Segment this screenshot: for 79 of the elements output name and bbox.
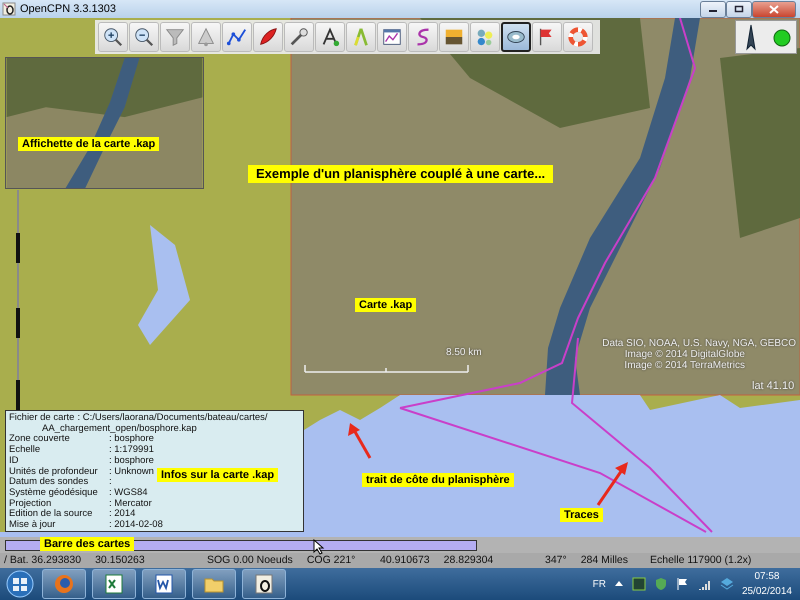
info-label: Fichier de carte (9, 413, 74, 424)
taskbar-app-button[interactable] (242, 569, 286, 599)
info-value: : 1:179991 (109, 445, 154, 456)
attribution-text: Image © 2014 TerraMetrics (624, 360, 745, 373)
annotation-label: Exemple d'un planisphère couplé à une carte... (248, 165, 554, 183)
mouse-pointer-icon (313, 539, 325, 555)
status-text: 40.910673 (380, 552, 430, 568)
funnel-icon (164, 26, 186, 48)
info-value: : Mercator (109, 498, 152, 509)
annotation-label: Infos sur la carte .kap (157, 468, 278, 482)
maximize-button[interactable] (726, 0, 752, 18)
lifebuoy-icon (567, 26, 589, 48)
maximize-icon (734, 5, 744, 13)
info-label: Unités de profondeur (9, 466, 99, 477)
toolbar-button[interactable] (439, 22, 469, 52)
clock-date[interactable]: 25/02/2014 (742, 584, 792, 599)
browser-icon (52, 572, 76, 596)
status-text: 284 Milles (580, 552, 628, 568)
info-value: : 2014 (109, 509, 136, 520)
info-label: Projection (9, 498, 52, 509)
info-value: : C:/Users/laorana/Documents/bateau/cartes/ (77, 413, 268, 424)
app-icon (2, 2, 16, 16)
info-label: Système géodésique (9, 488, 99, 499)
toolbar-button[interactable] (501, 22, 531, 52)
info-label: Zone couverte (9, 434, 71, 445)
chart-window-icon (381, 26, 403, 48)
info-value: : 2014-02-08 (109, 520, 163, 531)
info-value: : bosphore (109, 434, 154, 445)
info-value: : (109, 477, 112, 488)
info-label: ID (9, 456, 20, 467)
info-value: : bosphore (109, 456, 154, 467)
latitude-readout: lat 41.10 (752, 379, 794, 394)
annotation-label: Carte .kap (355, 298, 416, 312)
close-icon (769, 4, 779, 14)
toolbar-button[interactable] (98, 22, 128, 52)
status-text: Echelle 117900 (1.2x) (650, 552, 752, 568)
arrow (348, 423, 372, 459)
toolbar-button[interactable] (377, 22, 407, 52)
toolbar-button[interactable] (129, 22, 159, 52)
taskbar-app-button[interactable] (92, 569, 136, 599)
arrow (596, 462, 628, 506)
status-text: / Bat. 36.293830 (4, 552, 82, 568)
info-label: Echelle (9, 445, 42, 456)
minimize-button[interactable] (700, 0, 726, 18)
toolbar-button[interactable] (315, 22, 345, 52)
info-value: : WGS84 (109, 488, 148, 499)
language-indicator[interactable]: FR (592, 576, 606, 592)
annotation-label: trait de côte du planisphère (362, 473, 514, 487)
attribution-text: Data SIO, NOAA, U.S. Navy, NGA, GEBCO (602, 337, 796, 350)
toolbar-button[interactable] (222, 22, 252, 52)
clock-time[interactable]: 07:58 (742, 569, 792, 584)
zoom-in-icon (102, 26, 124, 48)
toolbar-button[interactable] (284, 22, 314, 52)
status-text: 347° (545, 552, 567, 568)
triangle-icon (195, 26, 217, 48)
close-button[interactable] (752, 0, 796, 18)
status-text: SOG 0.00 Noeuds (207, 552, 293, 568)
status-text: COG 221° (306, 552, 356, 568)
tray-expand-icon[interactable] (614, 579, 624, 589)
info-value: : Unknown (109, 466, 154, 478)
status-text: 28.829304 (444, 552, 494, 568)
info-value: AA_chargement_open/bosphore.kap (42, 424, 197, 434)
annotation-label: Barre des cartes (40, 537, 134, 551)
tray-app-icon[interactable] (632, 577, 646, 591)
info-label: Edition de la source (9, 509, 94, 520)
flag-icon[interactable] (676, 577, 690, 591)
annotation-label: Traces (560, 508, 603, 522)
attribution-text: Image © 2014 DigitalGlobe (624, 348, 745, 360)
toolbar-button[interactable] (253, 22, 283, 52)
start-button[interactable] (4, 569, 36, 599)
zoom-out-icon (133, 26, 155, 48)
status-text: 30.150263 (95, 552, 145, 568)
info-label: Mise à jour (9, 520, 56, 531)
annotation-label: Affichette de la carte .kap (18, 137, 160, 151)
info-label: Datum des sondes (9, 477, 90, 488)
shield-icon[interactable] (654, 577, 668, 591)
taskbar-app-button[interactable] (142, 569, 186, 599)
scale-label: 8.50 km (446, 346, 482, 360)
window-title: OpenCPN 3.3.1303 (20, 2, 116, 17)
